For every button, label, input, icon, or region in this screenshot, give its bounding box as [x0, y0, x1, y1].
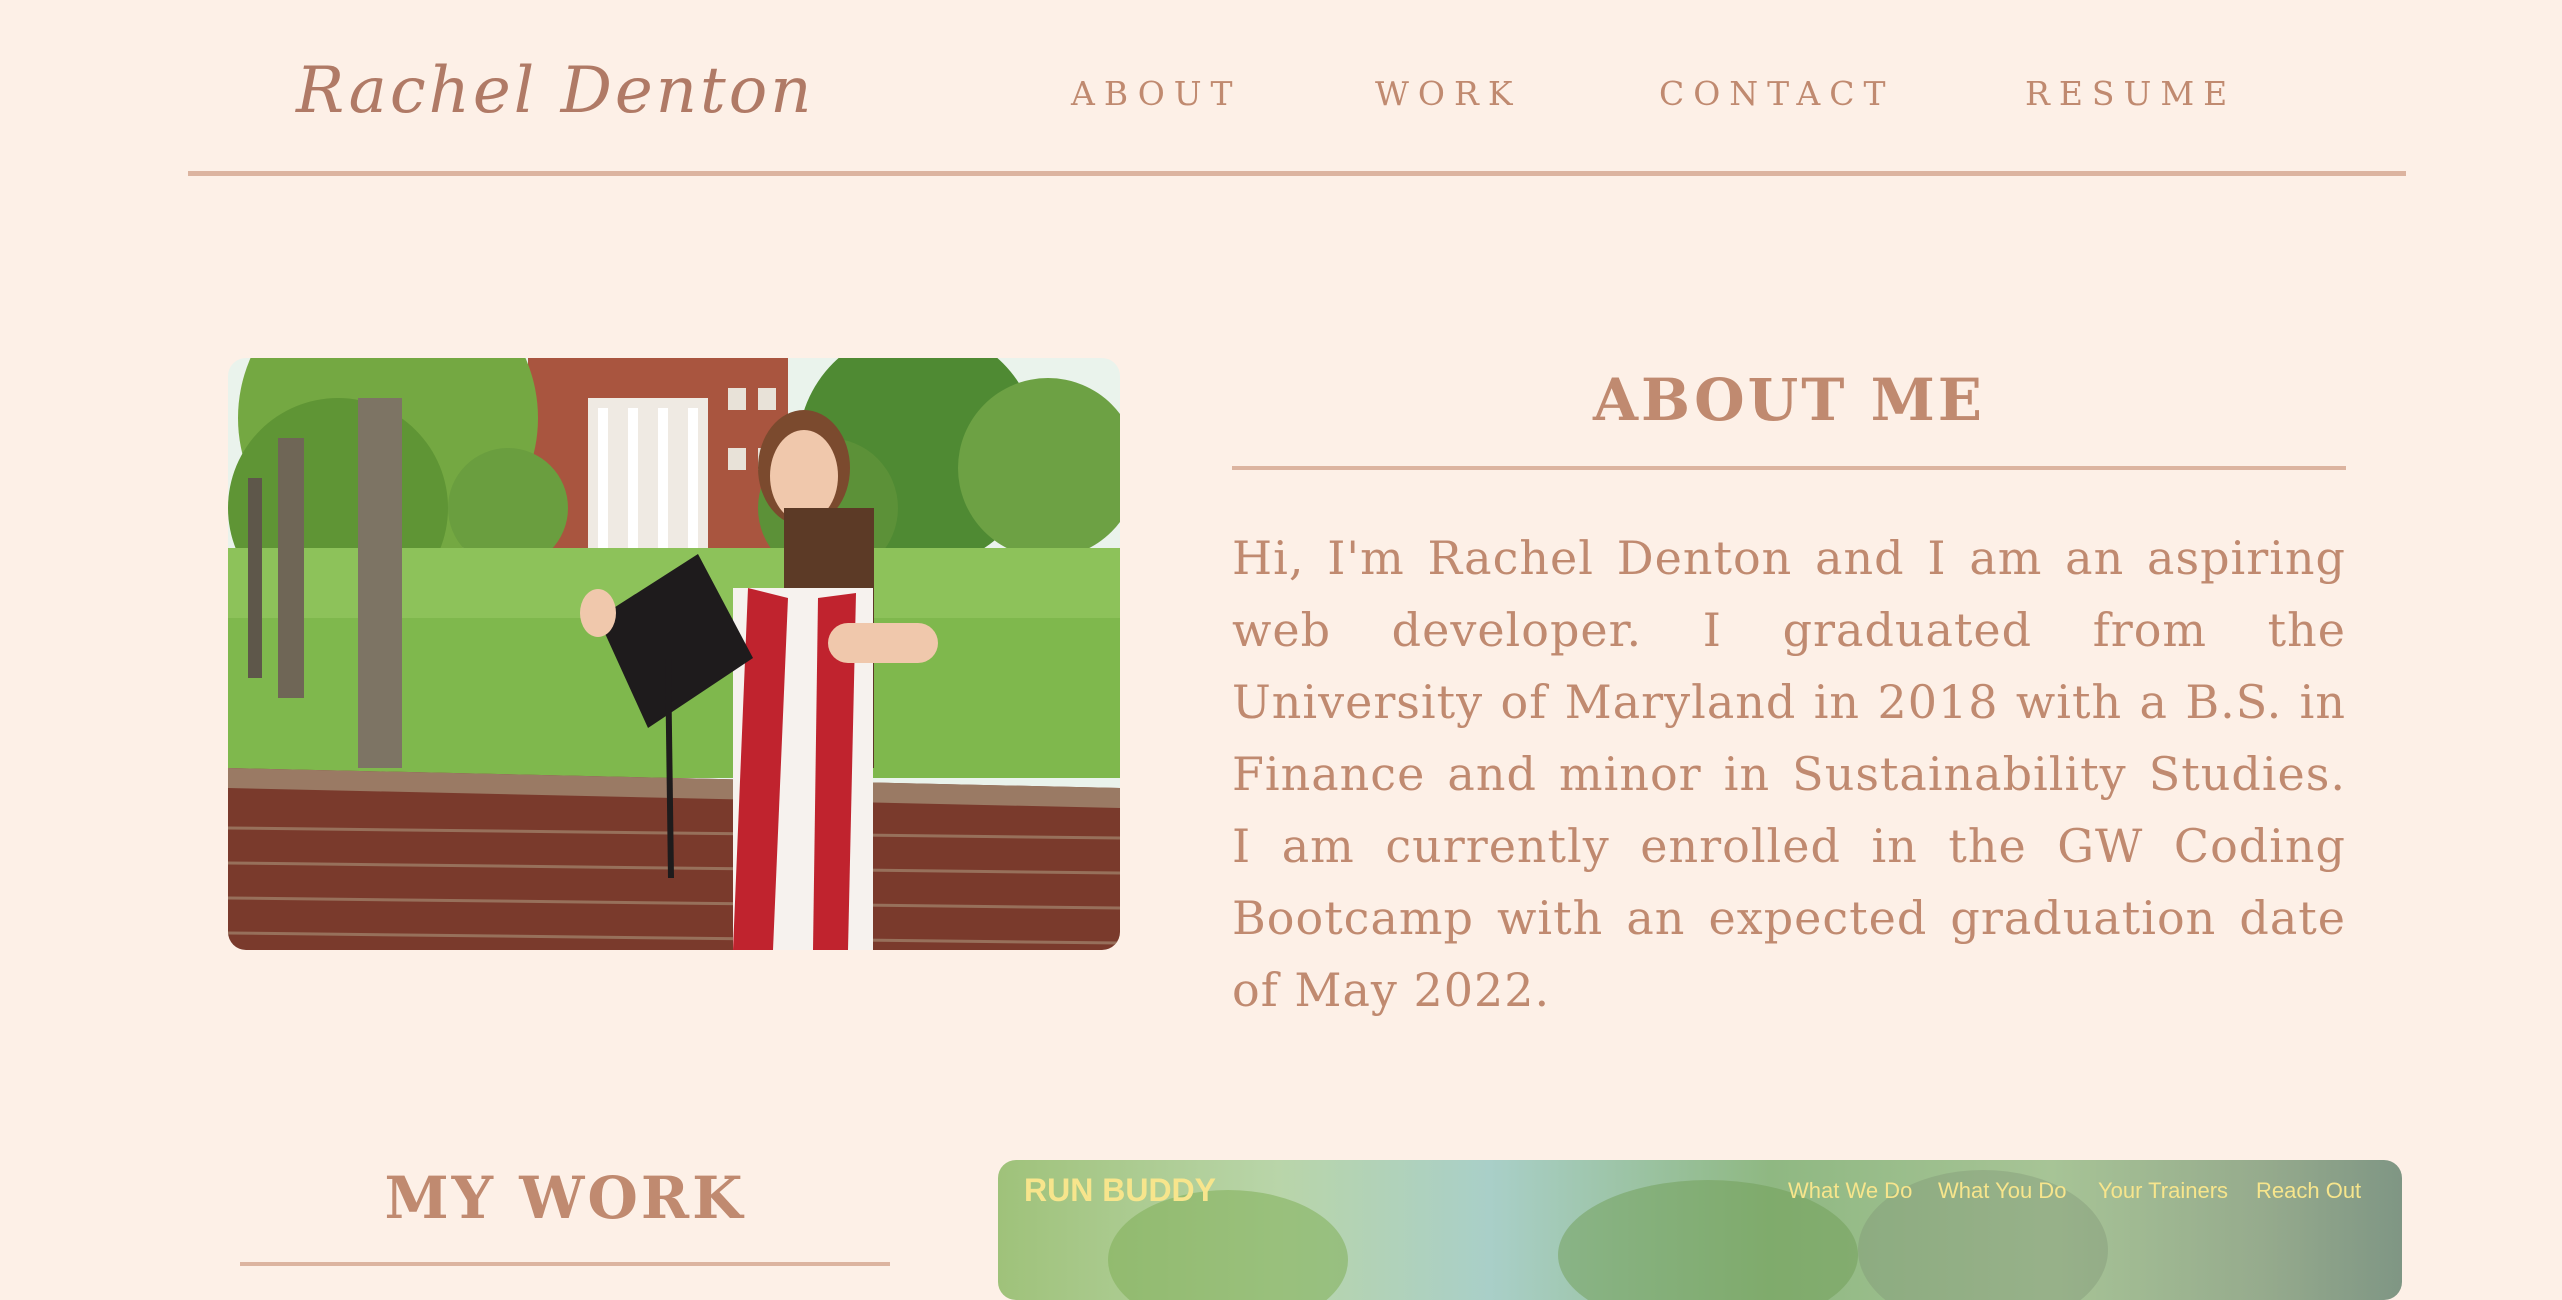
about-text: Hi, I'm Rachel Denton and I am an aspiri… [1232, 531, 2346, 1017]
about-divider [1232, 466, 2346, 470]
project-card-run-buddy[interactable]: RUN BUDDY What We Do What You Do Your Tr… [998, 1160, 2402, 1300]
project-brand: RUN BUDDY [1024, 1172, 1216, 1208]
site-header: Rachel Denton ABOUT WORK CONTACT RESUME [188, 0, 2406, 176]
work-title: MY WORK [384, 1164, 746, 1232]
project-nav-item: What We Do [1788, 1178, 1913, 1203]
work-divider [240, 1262, 890, 1266]
project-nav-item: Reach Out [2256, 1178, 2362, 1203]
profile-photo [228, 358, 1120, 950]
main-nav: ABOUT WORK CONTACT RESUME [188, 74, 2406, 118]
nav-resume[interactable]: RESUME [2025, 74, 2236, 113]
nav-work[interactable]: WORK [1375, 74, 1521, 113]
nav-contact[interactable]: CONTACT [1659, 74, 1894, 113]
project-nav-item: What You Do [1938, 1178, 2067, 1203]
nav-about[interactable]: ABOUT [1071, 74, 1242, 113]
about-title: ABOUT ME [1593, 366, 1985, 434]
project-nav-item: Your Trainers [2098, 1178, 2229, 1203]
